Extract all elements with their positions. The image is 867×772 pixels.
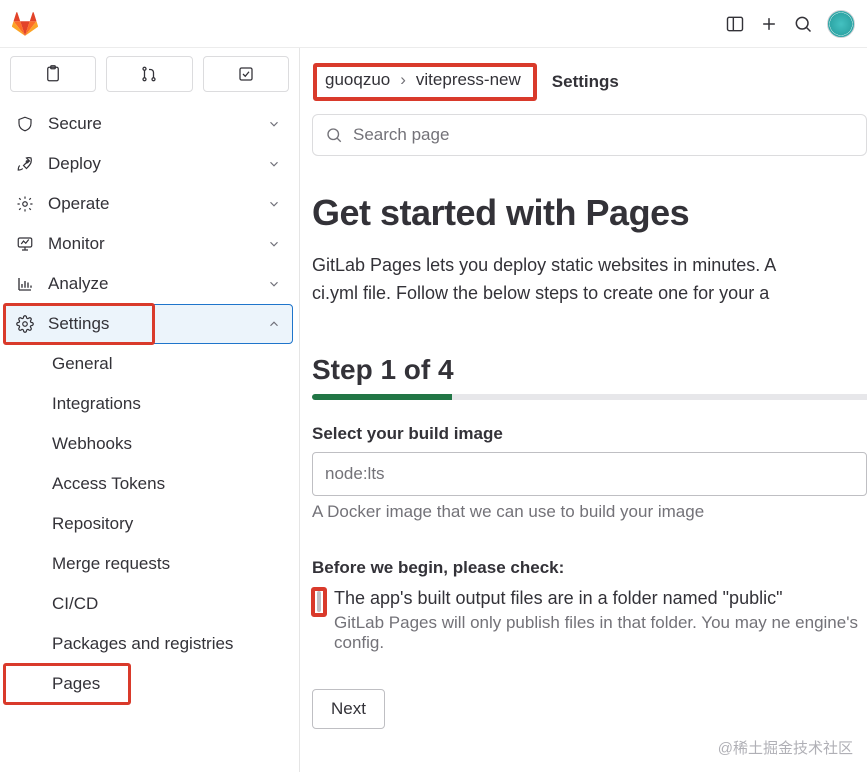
sidebar-nav: Secure Deploy Operate Monitor (0, 100, 299, 708)
page-title: Get started with Pages (312, 192, 867, 234)
sidebar: Secure Deploy Operate Monitor (0, 48, 300, 772)
sidebar-sub-general[interactable]: General (4, 344, 293, 384)
checkbox-help: GitLab Pages will only publish files in … (334, 613, 867, 653)
next-button[interactable]: Next (312, 689, 385, 729)
sidebar-item-label: Analyze (48, 274, 108, 294)
sidebar-sub-packages[interactable]: Packages and registries (4, 624, 293, 664)
sidebar-item-label: Settings (48, 314, 109, 334)
annotation-box: guoqzuo › vitepress-new (314, 64, 536, 100)
build-image-help: A Docker image that we can use to build … (312, 502, 867, 522)
chevron-down-icon (267, 117, 281, 131)
main-content: guoqzuo › vitepress-new Settings Get sta… (300, 48, 867, 772)
chevron-down-icon (267, 157, 281, 171)
sidebar-item-settings[interactable]: Settings (4, 304, 293, 344)
check-heading: Before we begin, please check: (312, 558, 867, 578)
chevron-up-icon (267, 317, 281, 331)
public-folder-checkbox[interactable] (317, 591, 321, 612)
sidebar-sub-merge-requests[interactable]: Merge requests (4, 544, 293, 584)
sidebar-sub-cicd[interactable]: CI/CD (4, 584, 293, 624)
operate-icon (16, 195, 34, 213)
gitlab-logo-icon[interactable] (12, 11, 38, 37)
sidebar-item-analyze[interactable]: Analyze (4, 264, 293, 304)
sidebar-item-label: Operate (48, 194, 109, 214)
issues-button[interactable] (10, 56, 96, 92)
sidebar-toolbar (0, 48, 299, 100)
sidebar-item-operate[interactable]: Operate (4, 184, 293, 224)
sidebar-sub-repository[interactable]: Repository (4, 504, 293, 544)
chart-icon (16, 275, 34, 293)
build-image-label: Select your build image (312, 424, 867, 444)
shield-icon (16, 115, 34, 133)
chevron-down-icon (267, 197, 281, 211)
sidebar-item-secure[interactable]: Secure (4, 104, 293, 144)
breadcrumb: guoqzuo › vitepress-new Settings (308, 48, 867, 104)
sidebar-item-label: Deploy (48, 154, 101, 174)
sidebar-item-monitor[interactable]: Monitor (4, 224, 293, 264)
topbar (0, 0, 867, 48)
search-icon[interactable] (793, 14, 813, 34)
page-search[interactable] (312, 114, 867, 156)
page-search-input[interactable] (353, 125, 854, 145)
plus-icon[interactable] (759, 14, 779, 34)
progress-seg-4 (731, 394, 867, 400)
sidebar-item-label: Monitor (48, 234, 105, 254)
watermark: @稀土掘金技术社区 (718, 737, 853, 758)
breadcrumb-project[interactable]: vitepress-new (408, 67, 529, 93)
sidebar-sub-pages[interactable]: Pages (4, 664, 130, 704)
progress-seg-2 (452, 394, 592, 400)
chevron-right-icon: › (400, 70, 406, 90)
build-image-input[interactable] (312, 452, 867, 496)
sidebar-item-label: Secure (48, 114, 102, 134)
annotation-box (312, 588, 326, 616)
breadcrumb-current: Settings (552, 72, 619, 92)
sidebar-toggle-icon[interactable] (725, 14, 745, 34)
checkbox-label: The app's built output files are in a fo… (334, 588, 867, 609)
avatar[interactable] (827, 10, 855, 38)
sidebar-sub-integrations[interactable]: Integrations (4, 384, 293, 424)
sidebar-sub-access-tokens[interactable]: Access Tokens (4, 464, 293, 504)
todos-button[interactable] (203, 56, 289, 92)
rocket-icon (16, 155, 34, 173)
gear-icon (16, 315, 34, 333)
page-lead-line1: GitLab Pages lets you deploy static webs… (312, 252, 867, 280)
progress-seg-3 (592, 394, 732, 400)
progress-seg-1 (312, 394, 452, 400)
sidebar-sub-webhooks[interactable]: Webhooks (4, 424, 293, 464)
search-icon (325, 126, 343, 144)
breadcrumb-owner[interactable]: guoqzuo (317, 67, 398, 93)
chevron-down-icon (267, 277, 281, 291)
page-lead-line2: ci.yml file. Follow the below steps to c… (312, 280, 867, 308)
step-title: Step 1 of 4 (312, 354, 867, 386)
progress-bar (312, 394, 867, 400)
chevron-down-icon (267, 237, 281, 251)
monitor-icon (16, 235, 34, 253)
merge-requests-button[interactable] (106, 56, 192, 92)
sidebar-item-deploy[interactable]: Deploy (4, 144, 293, 184)
